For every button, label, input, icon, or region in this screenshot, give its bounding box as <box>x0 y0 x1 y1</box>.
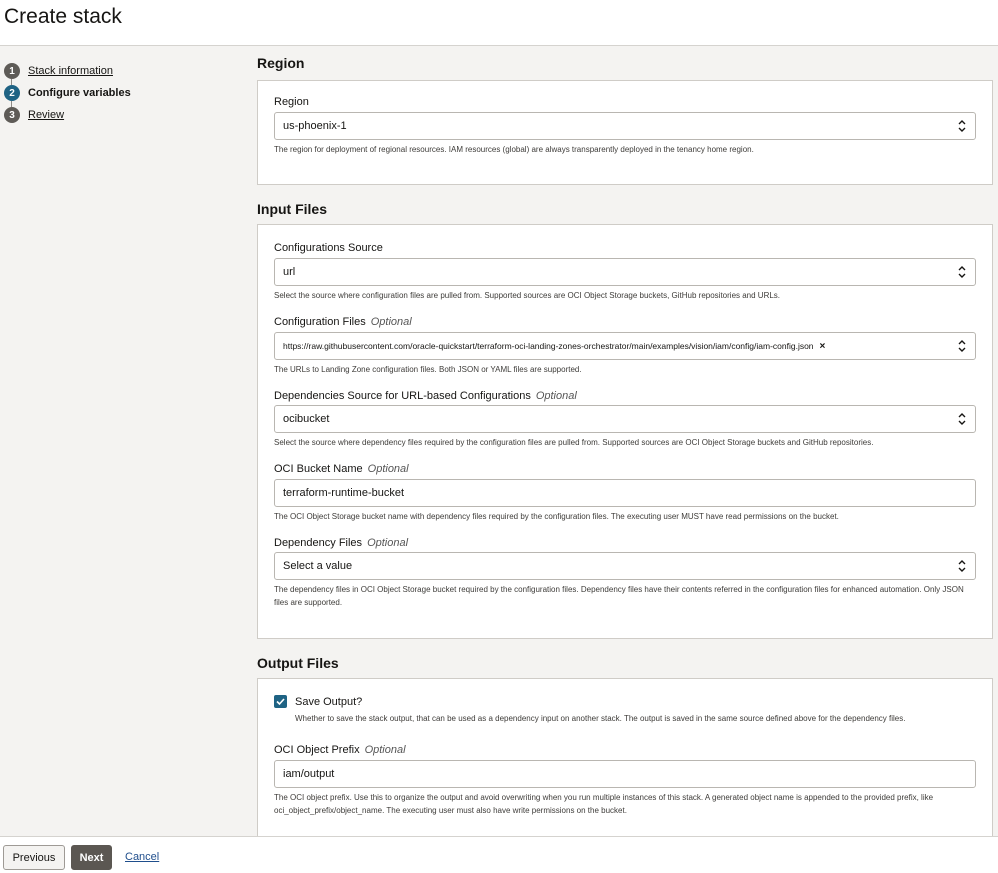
config-source-select[interactable]: url <box>274 258 976 286</box>
bucket-name-value: terraform-runtime-bucket <box>283 487 405 499</box>
updown-chevron-icon <box>958 560 966 572</box>
step-link-stack-information[interactable]: Stack information <box>28 65 113 77</box>
bucket-name-input[interactable]: terraform-runtime-bucket <box>274 479 976 507</box>
prefix-input[interactable]: iam/output <box>274 760 976 788</box>
step-link-review[interactable]: Review <box>28 109 64 121</box>
save-output-checkbox[interactable] <box>274 695 287 708</box>
step-number: 2 <box>4 85 20 101</box>
updown-chevron-icon <box>958 340 966 352</box>
step-review[interactable]: 3 Review <box>4 106 64 124</box>
step-configure-variables: 2 Configure variables <box>4 84 131 102</box>
region-label: Region <box>274 96 309 108</box>
dep-files-select[interactable]: Select a value <box>274 552 976 580</box>
step-number: 1 <box>4 63 20 79</box>
updown-chevron-icon <box>958 266 966 278</box>
save-output-hint: Whether to save the stack output, that c… <box>295 714 906 723</box>
config-files-label: Configuration Files Optional <box>274 316 412 328</box>
page-title: Create stack <box>4 5 122 28</box>
prefix-label: OCI Object Prefix Optional <box>274 744 406 756</box>
checkmark-icon <box>276 698 285 706</box>
config-file-chip-text: https://raw.githubusercontent.com/oracle… <box>283 341 814 351</box>
save-output-label[interactable]: Save Output? <box>295 696 362 708</box>
config-source-hint: Select the source where configuration fi… <box>274 291 781 300</box>
config-files-hint: The URLs to Landing Zone configuration f… <box>274 365 582 374</box>
updown-chevron-icon <box>958 413 966 425</box>
prefix-value: iam/output <box>283 768 335 780</box>
input-files-section-title: Input Files <box>257 201 327 217</box>
region-select[interactable]: us-phoenix-1 <box>274 112 976 140</box>
config-file-chip: https://raw.githubusercontent.com/oracle… <box>283 341 825 352</box>
step-number: 3 <box>4 107 20 123</box>
step-stack-information[interactable]: 1 Stack information <box>4 62 113 80</box>
dep-files-placeholder: Select a value <box>283 560 353 572</box>
dep-source-select[interactable]: ocibucket <box>274 405 976 433</box>
config-source-value: url <box>283 266 296 278</box>
dep-source-label: Dependencies Source for URL-based Config… <box>274 390 577 402</box>
next-button[interactable]: Next <box>71 845 112 870</box>
prefix-hint: The OCI object prefix. Use this to organ… <box>274 793 934 815</box>
config-source-label: Configurations Source <box>274 242 383 254</box>
output-files-section-title: Output Files <box>257 655 339 671</box>
region-section-title: Region <box>257 55 305 71</box>
bucket-name-hint: The OCI Object Storage bucket name with … <box>274 512 839 521</box>
page-header: Create stack <box>0 0 998 46</box>
region-hint: The region for deployment of regional re… <box>274 145 754 154</box>
previous-button[interactable]: Previous <box>3 845 65 870</box>
dep-files-label: Dependency Files Optional <box>274 537 409 549</box>
cancel-link[interactable]: Cancel <box>125 851 159 863</box>
updown-chevron-icon <box>958 120 966 132</box>
dep-source-value: ocibucket <box>283 413 330 425</box>
region-value: us-phoenix-1 <box>283 120 347 132</box>
remove-chip-icon[interactable]: × <box>820 341 826 352</box>
bucket-name-label: OCI Bucket Name Optional <box>274 463 409 475</box>
config-files-multiselect[interactable]: https://raw.githubusercontent.com/oracle… <box>274 332 976 360</box>
dep-files-hint: The dependency files in OCI Object Stora… <box>274 585 964 607</box>
step-label-current: Configure variables <box>28 87 131 99</box>
dep-source-hint: Select the source where dependency files… <box>274 438 874 447</box>
